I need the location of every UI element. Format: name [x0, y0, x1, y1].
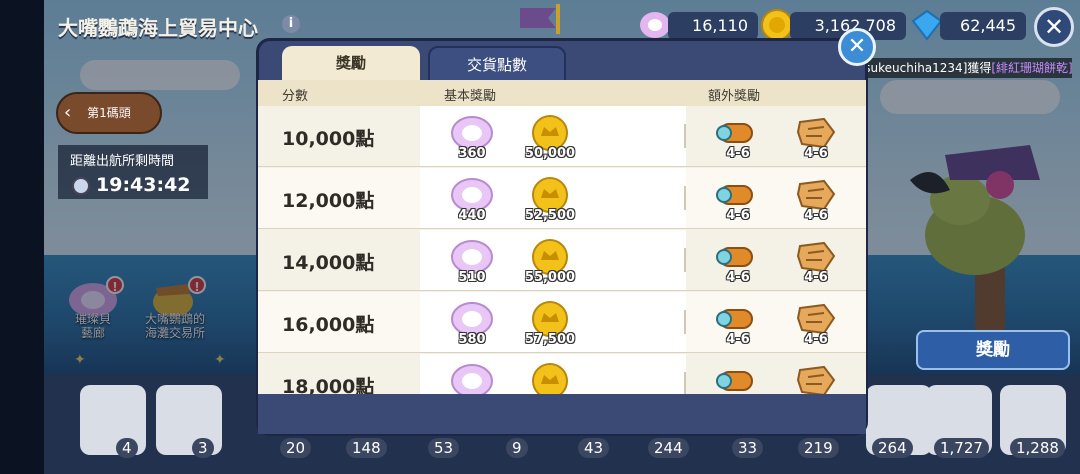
shell-currency-icon: [640, 12, 670, 38]
column-divider: [684, 372, 686, 394]
table-row: 16,000點 580 57,500 4-6 4-6: [258, 292, 866, 353]
acquisition-notification: [sasukeuchiha1234]獲得[緋紅珊瑚餅乾]: [842, 58, 1072, 78]
coin-reward-amount: 57,500: [524, 332, 576, 347]
notification-item: [緋紅珊瑚餅乾]: [991, 61, 1072, 75]
reward-button[interactable]: 獎勵: [916, 330, 1070, 370]
table-row: 18,000點: [258, 354, 866, 394]
map-reward-amount: 4-6: [804, 208, 828, 223]
modal-close-button[interactable]: ✕: [838, 28, 876, 66]
column-divider: [684, 124, 686, 148]
column-extra: 額外獎勵: [708, 89, 761, 104]
inventory-count: 43: [578, 438, 610, 458]
coin-currency-icon: [761, 9, 793, 41]
inventory-count: 3: [192, 438, 214, 458]
inventory-count: 53: [428, 438, 460, 458]
points-threshold: 16,000點: [282, 314, 375, 336]
telescope-reward-amount: 4-6: [726, 208, 750, 223]
column-divider: [684, 248, 686, 272]
table-row: 12,000點 440 52,500 4-6 4-6: [258, 168, 866, 229]
page-title: 大嘴鸚鵡海上貿易中心: [58, 16, 258, 40]
info-icon[interactable]: i: [282, 15, 300, 33]
inventory-count: 219: [798, 438, 839, 458]
inventory-count: 244: [648, 438, 689, 458]
column-divider: [684, 186, 686, 210]
clock-icon: [72, 177, 90, 195]
coin-reward-amount: 52,500: [524, 208, 576, 223]
telescope-reward-icon: [714, 362, 758, 394]
gem-currency-icon: [911, 9, 943, 41]
map-reward-amount: 4-6: [804, 332, 828, 347]
column-divider: [684, 310, 686, 334]
modal-footer: [258, 394, 866, 434]
coin-reward-icon: [528, 362, 572, 394]
telescope-reward-amount: 4-6: [726, 146, 750, 161]
close-page-button[interactable]: ✕: [1034, 7, 1074, 47]
shell-reward-amount: 510: [458, 270, 486, 285]
inventory-count: 4: [116, 438, 138, 458]
map-reward-amount: 4-6: [804, 146, 828, 161]
column-basic: 基本獎勵: [444, 89, 497, 104]
timer-label: 距離出航所剩時間: [70, 154, 175, 169]
shell-currency-amount: 16,110: [668, 12, 758, 40]
points-threshold: 18,000點: [282, 376, 375, 394]
inventory-count: 20: [280, 438, 312, 458]
left-bar: [0, 0, 44, 474]
shell-reward-amount: 580: [458, 332, 486, 347]
table-row: 10,000點 360 50,000 4-6 4-6: [258, 106, 866, 167]
timer-value: 19:43:42: [96, 174, 191, 196]
wharf-selector-button[interactable]: ‹ 第1碼頭: [56, 92, 162, 134]
map-reward-icon: [794, 362, 838, 394]
coin-reward-amount: 55,000: [524, 270, 576, 285]
column-score: 分數: [282, 89, 309, 104]
points-threshold: 10,000點: [282, 128, 375, 150]
points-threshold: 12,000點: [282, 190, 375, 212]
shell-reward-amount: 360: [458, 146, 486, 161]
inventory-count: 264: [872, 438, 913, 458]
inventory-count: 148: [346, 438, 387, 458]
inventory-count: 33: [732, 438, 764, 458]
gem-currency-amount: 62,445: [940, 12, 1026, 40]
points-threshold: 14,000點: [282, 252, 375, 274]
telescope-reward-amount: 4-6: [726, 270, 750, 285]
inventory-count: 1,727: [934, 438, 989, 458]
wharf-label: 第1碼頭: [87, 106, 131, 120]
tab-delivery-points[interactable]: 交貨點數: [428, 46, 566, 82]
map-reward-amount: 4-6: [804, 270, 828, 285]
table-row: 14,000點 510 55,000 4-6 4-6: [258, 230, 866, 291]
inventory-count: 1,288: [1010, 438, 1065, 458]
table-header: 分數 基本獎勵 額外獎勵: [258, 80, 866, 106]
chevron-left-icon: ‹: [64, 102, 72, 123]
telescope-reward-amount: 4-6: [726, 332, 750, 347]
reward-table: 分數 基本獎勵 額外獎勵 10,000點 360 50,000 4-6 4-6 12,00…: [258, 80, 866, 394]
shell-reward-icon: [450, 362, 494, 394]
shell-reward-amount: 440: [458, 208, 486, 223]
inventory-count: 9: [506, 438, 528, 458]
flag-icon: [520, 4, 560, 34]
coin-reward-amount: 50,000: [524, 146, 576, 161]
